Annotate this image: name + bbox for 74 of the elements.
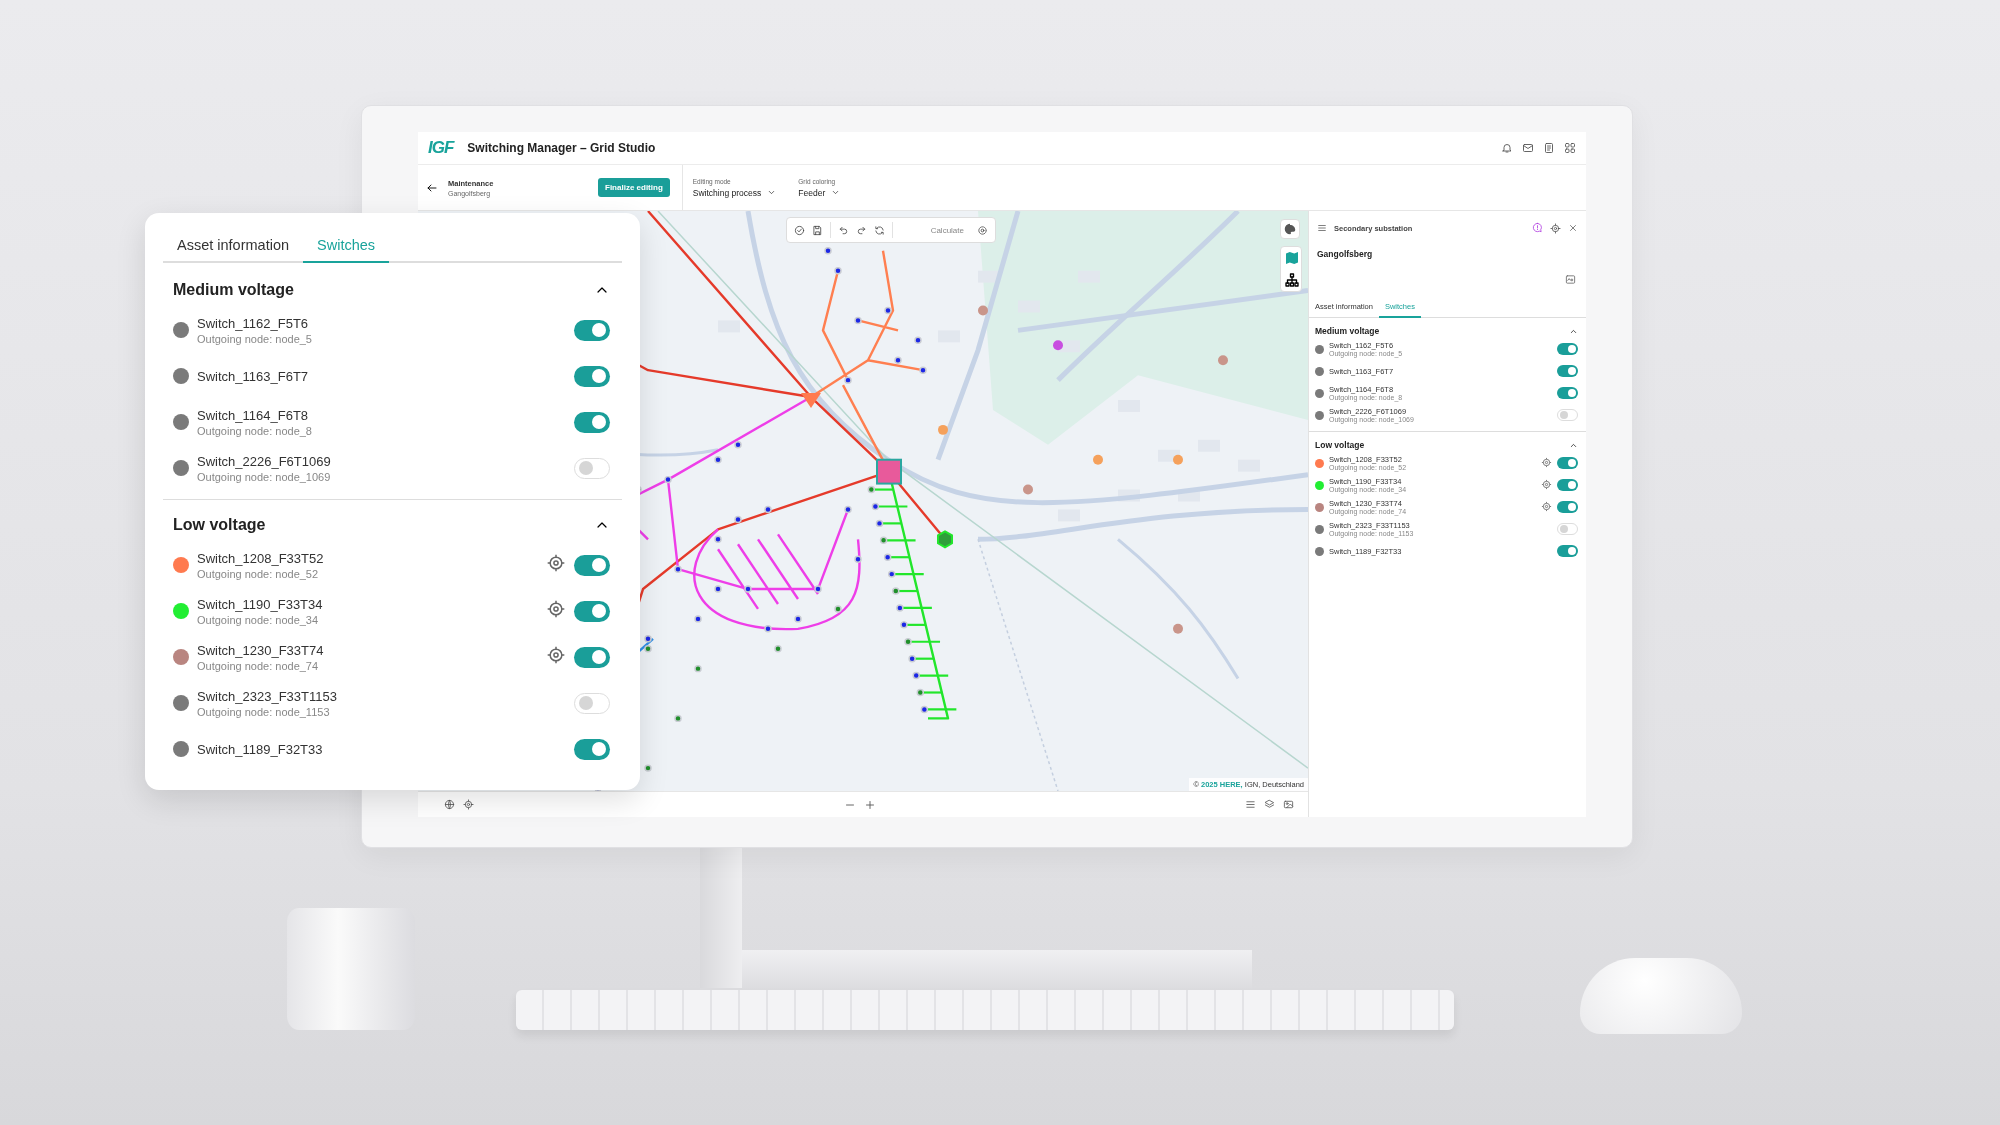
toggle-switch[interactable] xyxy=(1557,365,1578,377)
image-icon[interactable] xyxy=(1283,799,1294,810)
menu-icon[interactable] xyxy=(1317,223,1327,233)
locate-icon[interactable] xyxy=(1541,479,1552,490)
node-label: Outgoing node: node_5 xyxy=(197,332,313,345)
locate-icon[interactable] xyxy=(1541,457,1552,468)
logo: IGF xyxy=(428,138,454,158)
app-title: Switching Manager – Grid Studio xyxy=(467,141,656,155)
locate-icon[interactable] xyxy=(546,553,566,573)
toggle-switch[interactable] xyxy=(574,692,610,714)
node-label: Outgoing node: node_8 xyxy=(197,424,313,437)
zoom-in-icon[interactable] xyxy=(863,798,876,811)
asset-name: Gangolfsberg xyxy=(1316,248,1374,259)
calculate-button[interactable]: Calculate xyxy=(924,224,970,236)
tab[interactable]: Switches xyxy=(303,227,390,263)
bell-icon[interactable] xyxy=(1501,142,1513,154)
apps-grid-icon[interactable] xyxy=(1564,142,1576,154)
toggle-switch[interactable] xyxy=(574,411,610,433)
toggle-switch[interactable] xyxy=(574,600,610,622)
toggle-switch[interactable] xyxy=(574,646,610,668)
layers-icon[interactable] xyxy=(1264,799,1275,810)
mail-icon[interactable] xyxy=(1522,142,1534,154)
node-label: Outgoing node: node_74 xyxy=(197,659,320,672)
locate-icon[interactable] xyxy=(463,799,474,810)
toggle-switch[interactable] xyxy=(574,738,610,760)
close-icon[interactable] xyxy=(1568,223,1578,233)
toggle-switch[interactable] xyxy=(1557,523,1578,535)
node-label: Outgoing node: node_1069 xyxy=(197,470,332,483)
switch-name: Switch_2226_F6T1069 xyxy=(197,453,332,469)
document-icon[interactable] xyxy=(1543,142,1555,154)
toggle-switch[interactable] xyxy=(1557,457,1578,469)
section-title: Medium voltage xyxy=(173,281,294,299)
switch-name: Switch_1190_F33T34 xyxy=(197,596,324,612)
switch-name: Switch_1163_F6T7 xyxy=(197,368,310,384)
dropdown[interactable]: Feeder xyxy=(798,187,841,198)
locate-icon[interactable] xyxy=(546,645,566,665)
node-label: Outgoing node: node_34 xyxy=(197,613,320,626)
finalize-button[interactable]: Finalize editing xyxy=(598,178,670,197)
toggle-switch[interactable] xyxy=(1557,387,1578,399)
toggle-switch[interactable] xyxy=(1557,545,1578,557)
locate-icon[interactable] xyxy=(1550,222,1561,234)
switch-name: Switch_1162_F5T6 xyxy=(197,315,310,331)
refresh-icon[interactable] xyxy=(874,224,885,236)
toggle-switch[interactable] xyxy=(574,554,610,576)
switch-name: Switch_2323_F33T1153 xyxy=(197,688,338,704)
check-circle-icon[interactable] xyxy=(794,224,805,236)
locate-icon[interactable] xyxy=(1541,501,1552,512)
toggle-switch[interactable] xyxy=(1557,479,1578,491)
section-title: Low voltage xyxy=(1315,440,1365,450)
undo-icon[interactable] xyxy=(838,224,849,236)
toggle-switch[interactable] xyxy=(574,319,610,341)
chat-alert-icon[interactable] xyxy=(1532,222,1543,233)
dropdown[interactable]: Switching process xyxy=(692,187,777,198)
tab[interactable]: Asset information xyxy=(163,227,304,263)
locate-icon[interactable] xyxy=(546,599,566,619)
list-icon[interactable] xyxy=(1245,799,1256,810)
toggle-switch[interactable] xyxy=(574,365,610,387)
globe-icon[interactable] xyxy=(444,799,455,810)
toggle-switch[interactable] xyxy=(574,457,610,479)
switch-name: Switch_1208_F33T52 xyxy=(197,550,325,566)
switch-name: Switch_1164_F6T8 xyxy=(197,407,310,423)
switch-name: Switch_1230_F33T74 xyxy=(197,642,325,658)
node-label: Outgoing node: node_1153 xyxy=(197,705,331,718)
section-title: Medium voltage xyxy=(1315,326,1380,336)
caret-icon xyxy=(767,188,777,197)
toggle-switch[interactable] xyxy=(1557,343,1578,355)
toggle-switch[interactable] xyxy=(1557,409,1578,421)
redo-icon[interactable] xyxy=(856,224,867,236)
section-title: Low voltage xyxy=(173,516,266,534)
toggle-switch[interactable] xyxy=(1557,501,1578,513)
switch-name: Switch_1189_F32T33 xyxy=(197,741,324,757)
save-icon[interactable] xyxy=(812,224,823,236)
caret-icon xyxy=(831,188,841,197)
node-label: Outgoing node: node_52 xyxy=(197,567,320,580)
